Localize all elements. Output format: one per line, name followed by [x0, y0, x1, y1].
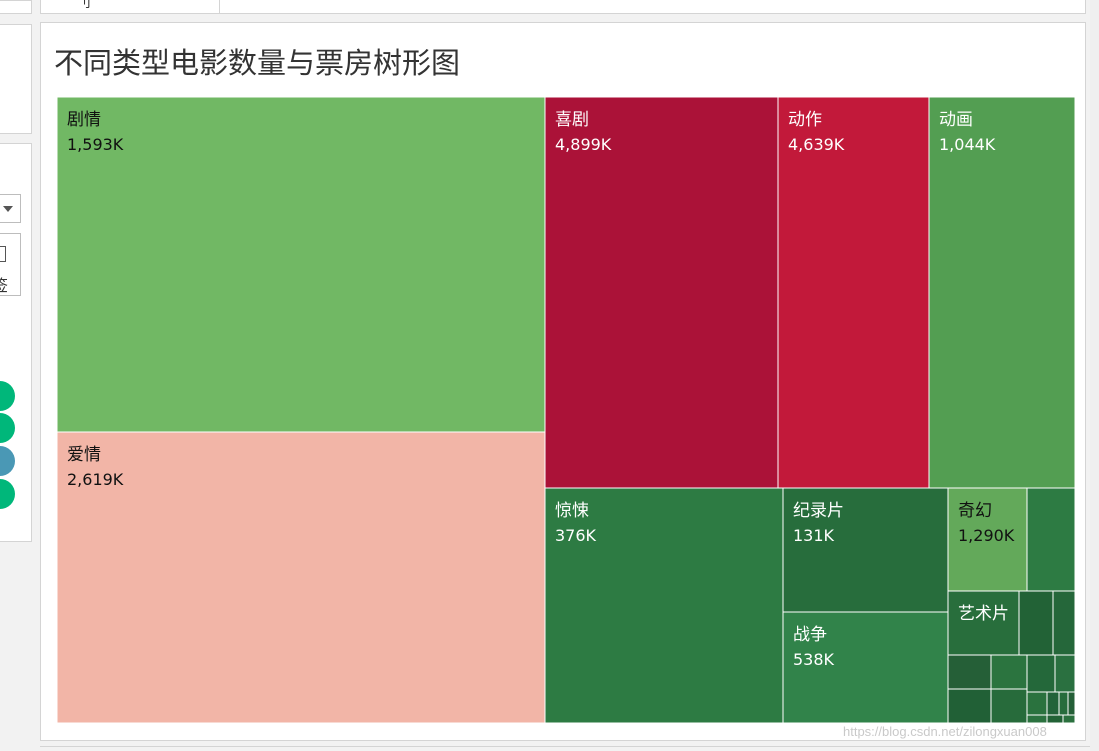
treemap-cell-name: 战争 — [793, 625, 827, 645]
treemap-cell[interactable] — [990, 688, 1028, 724]
treemap-cell-name: 动作 — [788, 110, 822, 130]
treemap-cell-value: 2,619K — [67, 470, 124, 489]
scrollbar[interactable] — [1090, 0, 1099, 751]
treemap-cell-name: 奇幻 — [958, 501, 992, 521]
bottom-divider — [40, 746, 1090, 747]
treemap-cell[interactable] — [1018, 590, 1054, 656]
treemap-cell[interactable] — [1052, 590, 1076, 656]
treemap-cell-value: 4,899K — [555, 135, 612, 154]
treemap-cell-name: 喜剧 — [555, 110, 589, 130]
treemap-cell-value: 1,044K — [939, 135, 996, 154]
treemap-cell-value: 1,290K — [958, 526, 1015, 545]
treemap-cell-value: 131K — [793, 526, 835, 545]
treemap-cell[interactable] — [1046, 714, 1064, 724]
treemap-cell-name: 纪录片 — [793, 501, 844, 521]
treemap-cell[interactable] — [1026, 654, 1056, 693]
treemap-cell-name: 动画 — [939, 110, 973, 130]
treemap-chart: 剧情 1,593K 爱情 2,619K 喜剧 4,899K 动作 4,639K 动画 1,044K… — [56, 96, 1076, 724]
treemap-cell-name: 爱情 — [67, 445, 101, 465]
treemap-cell[interactable] — [544, 96, 779, 489]
treemap-cell[interactable] — [777, 96, 930, 489]
treemap-cell[interactable] — [56, 431, 546, 724]
treemap-cell[interactable] — [928, 96, 1076, 489]
treemap-cell-name: 惊悚 — [555, 501, 589, 521]
treemap-cell[interactable] — [1046, 691, 1060, 716]
treemap-cell-name: 艺术片 — [958, 604, 1009, 624]
treemap-cell[interactable] — [544, 487, 784, 724]
treemap-cell[interactable] — [1054, 654, 1076, 693]
treemap-cell-value: 538K — [793, 650, 835, 669]
treemap-cell-value: 4,639K — [788, 135, 845, 154]
treemap-cell[interactable] — [1067, 691, 1076, 716]
treemap-cell[interactable] — [1026, 714, 1048, 724]
treemap-cell[interactable] — [990, 654, 1028, 690]
treemap-cell-value: 376K — [555, 526, 597, 545]
treemap-cell-value: 1,593K — [67, 135, 124, 154]
treemap-cell[interactable] — [1062, 714, 1076, 724]
watermark: https://blog.csdn.net/zilongxuan008 — [843, 724, 1047, 739]
treemap-cell[interactable] — [947, 688, 992, 724]
treemap-cell[interactable] — [56, 96, 546, 433]
treemap-cell-name: 剧情 — [67, 110, 101, 130]
treemap-cell[interactable] — [947, 654, 992, 690]
treemap-cell[interactable] — [1026, 487, 1076, 592]
treemap-cell[interactable] — [1058, 691, 1069, 716]
treemap-cell[interactable] — [1026, 691, 1048, 716]
